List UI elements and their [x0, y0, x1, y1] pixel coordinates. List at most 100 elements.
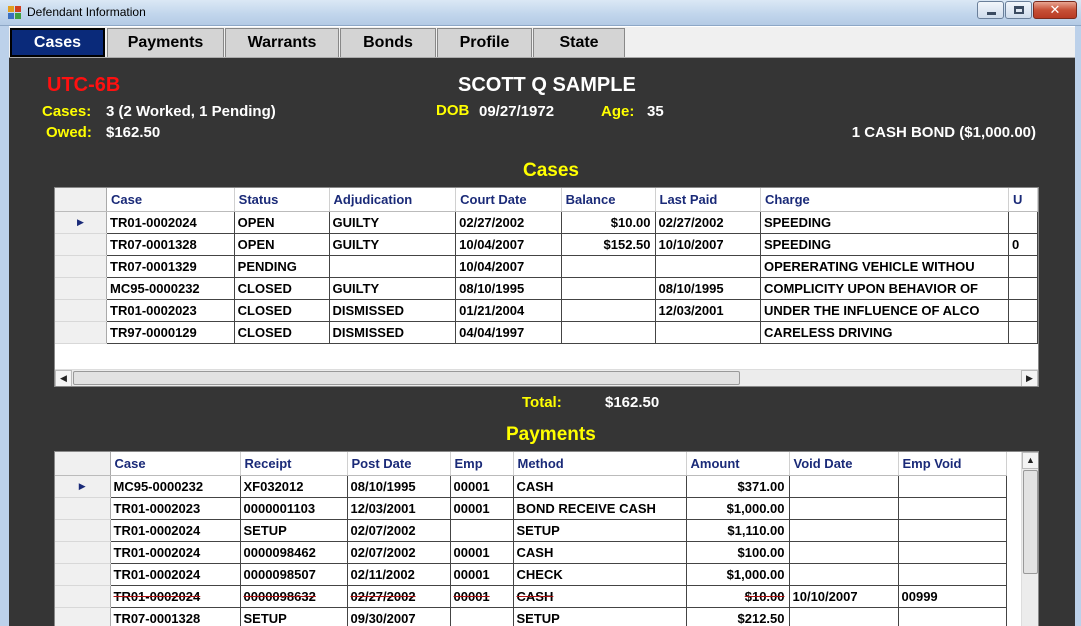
post-date-cell: 02/07/2002 — [347, 519, 451, 542]
case-row[interactable]: MC95-0000232 CLOSED GUILTY 08/10/1995 08/10/… — [55, 277, 1038, 300]
column-header-balance[interactable]: Balance — [561, 188, 656, 212]
row-selector[interactable]: ▶ — [55, 211, 108, 234]
case-number-cell[interactable]: TR07-0001328 — [106, 233, 235, 256]
column-header-case[interactable]: Case — [110, 452, 241, 476]
case-number-cell[interactable]: TR01-0002023 — [110, 497, 241, 520]
row-selector[interactable]: ▶ — [55, 475, 111, 498]
case-row[interactable]: TR97-0000129 CLOSED DISMISSED 04/04/1997 CAR… — [55, 321, 1038, 344]
payment-row[interactable]: TR07-0001328 SETUP 09/30/2007 SETUP $212.50 — [55, 607, 1007, 626]
amount-cell: $371.00 — [686, 475, 790, 498]
column-header-receipt[interactable]: Receipt — [240, 452, 348, 476]
tab-bonds[interactable]: Bonds — [340, 28, 436, 57]
cases-scroll-thumb[interactable] — [73, 371, 740, 385]
close-button[interactable]: ✕ — [1033, 1, 1077, 19]
payments-scroll-thumb[interactable] — [1023, 470, 1038, 574]
adjudication-cell: GUILTY — [329, 233, 457, 256]
payment-row[interactable]: ▶ MC95-0000232 XF032012 08/10/1995 00001 CASH… — [55, 475, 1007, 498]
scroll-right-icon[interactable]: ▶ — [1021, 370, 1038, 386]
row-selector[interactable] — [55, 607, 111, 626]
row-selector[interactable] — [55, 541, 111, 564]
case-row[interactable]: TR07-0001328 OPEN GUILTY 10/04/2007 $152.50 1… — [55, 233, 1038, 256]
defendant-name: SCOTT Q SAMPLE — [458, 74, 636, 96]
row-selector[interactable] — [55, 277, 108, 300]
void-date-cell — [789, 475, 899, 498]
emp-void-cell — [898, 475, 1007, 498]
tab-warrants[interactable]: Warrants — [225, 28, 339, 57]
case-number-cell[interactable]: MC95-0000232 — [106, 277, 235, 300]
tab-state[interactable]: State — [533, 28, 625, 57]
cases-grid[interactable]: Case Status Adjudication Court Date Bala… — [54, 187, 1039, 387]
row-selector[interactable] — [55, 585, 111, 608]
scroll-left-icon[interactable]: ◀ — [55, 370, 72, 386]
case-row[interactable]: TR01-0002023 CLOSED DISMISSED 01/21/2004 12/… — [55, 299, 1038, 322]
post-date-cell: 08/10/1995 — [347, 475, 451, 498]
case-number-cell[interactable]: TR01-0002024 — [106, 211, 235, 234]
status-cell: PENDING — [234, 255, 330, 278]
column-header-court-date[interactable]: Court Date — [455, 188, 562, 212]
row-selector[interactable] — [55, 563, 111, 586]
column-header-post-date[interactable]: Post Date — [347, 452, 451, 476]
window-titlebar[interactable]: Defendant Information ✕ — [0, 0, 1081, 26]
case-number-cell[interactable]: TR01-0002024 — [110, 519, 241, 542]
adjudication-cell: DISMISSED — [329, 321, 457, 344]
balance-cell — [561, 277, 656, 300]
emp-void-cell: 00999 — [898, 585, 1007, 608]
column-header-last-paid[interactable]: Last Paid — [655, 188, 761, 212]
minimize-button[interactable] — [977, 1, 1004, 19]
payment-row[interactable]: TR01-0002023 0000001103 12/03/2001 00001 BON… — [55, 497, 1007, 520]
column-header-status[interactable]: Status — [234, 188, 330, 212]
column-header-adjudication[interactable]: Adjudication — [329, 188, 457, 212]
case-row[interactable]: TR07-0001329 PENDING 10/04/2007 OPERERATING… — [55, 255, 1038, 278]
case-row[interactable]: ▶ TR01-0002024 OPEN GUILTY 02/27/2002 $10.00 0… — [55, 211, 1038, 234]
case-number-cell[interactable]: TR07-0001329 — [106, 255, 235, 278]
dob-value: 09/27/1972 — [479, 103, 555, 120]
row-selector[interactable] — [55, 519, 111, 542]
case-number-cell[interactable]: TR07-0001328 — [110, 607, 241, 626]
scroll-up-icon[interactable]: ▲ — [1022, 452, 1038, 469]
column-header-emp[interactable]: Emp — [450, 452, 514, 476]
tab-profile[interactable]: Profile — [437, 28, 532, 57]
last-paid-cell: 10/10/2007 — [655, 233, 761, 256]
minimize-icon — [987, 12, 996, 15]
column-header-method[interactable]: Method — [513, 452, 687, 476]
row-selector[interactable] — [55, 497, 111, 520]
row-selector[interactable] — [55, 321, 108, 344]
cases-horizontal-scrollbar[interactable]: ◀ ▶ — [55, 369, 1038, 386]
row-selector[interactable] — [55, 255, 108, 278]
close-icon: ✕ — [1049, 2, 1061, 17]
column-header-emp-void[interactable]: Emp Void — [898, 452, 1007, 476]
case-number-cell[interactable]: TR01-0002024 — [110, 541, 241, 564]
case-number-cell[interactable]: TR01-0002024 — [110, 563, 241, 586]
payment-row[interactable]: TR01-0002024 0000098462 02/07/2002 00001 CAS… — [55, 541, 1007, 564]
row-selector[interactable] — [55, 299, 108, 322]
tab-cases[interactable]: Cases — [10, 28, 105, 57]
tab-payments[interactable]: Payments — [107, 28, 224, 57]
case-number-cell[interactable]: MC95-0000232 — [110, 475, 241, 498]
adjudication-cell: GUILTY — [329, 211, 457, 234]
column-header-charge[interactable]: Charge — [760, 188, 1010, 212]
maximize-button[interactable] — [1005, 1, 1032, 19]
case-number-cell[interactable]: TR01-0002023 — [106, 299, 235, 322]
extra-cell — [1008, 277, 1038, 300]
receipt-cell: 0000001103 — [240, 497, 348, 520]
case-number-cell[interactable]: TR97-0000129 — [106, 321, 235, 344]
column-header-case[interactable]: Case — [106, 188, 235, 212]
payments-grid[interactable]: Case Receipt Post Date Emp Method Amount… — [54, 451, 1039, 626]
column-header-extra[interactable]: U — [1008, 188, 1038, 212]
cases-table: Case Status Adjudication Court Date Bala… — [55, 188, 1038, 344]
payments-vertical-scrollbar[interactable]: ▲ — [1021, 452, 1038, 626]
cases-summary: 3 (2 Worked, 1 Pending) — [106, 103, 276, 120]
extra-cell — [1008, 299, 1038, 322]
column-header-amount[interactable]: Amount — [686, 452, 790, 476]
row-selector[interactable] — [55, 233, 108, 256]
payment-row[interactable]: TR01-0002024 SETUP 02/07/2002 SETUP $1,110.0… — [55, 519, 1007, 542]
method-cell: CHECK — [513, 563, 687, 586]
void-date-cell — [789, 607, 899, 626]
payment-row[interactable]: TR01-0002024 0000098507 02/11/2002 00001 CHE… — [55, 563, 1007, 586]
void-date-cell: 10/10/2007 — [789, 585, 899, 608]
status-cell: CLOSED — [234, 321, 330, 344]
column-header-void-date[interactable]: Void Date — [789, 452, 899, 476]
payment-row-voided[interactable]: TR01-0002024 0000098632 02/27/2002 00001 CAS… — [55, 585, 1007, 608]
case-number-cell[interactable]: TR01-0002024 — [110, 585, 241, 608]
emp-cell: 00001 — [450, 497, 514, 520]
